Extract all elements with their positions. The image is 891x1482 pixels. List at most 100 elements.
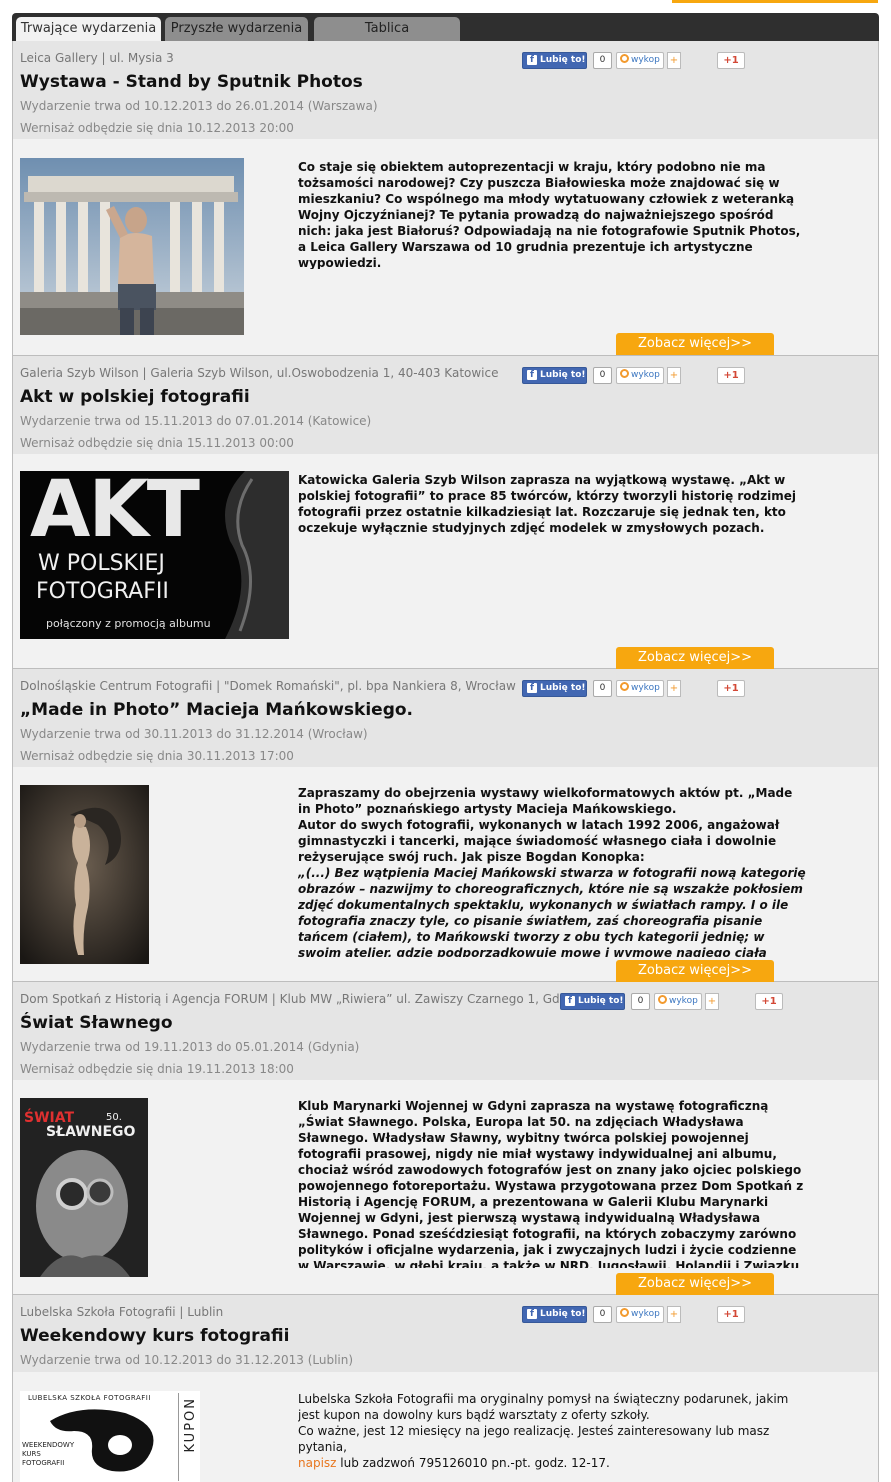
wykop-icon: [620, 54, 629, 63]
event-item: Leica Gallery | ul. Mysia 3 f Lubię to! 0…: [13, 41, 878, 356]
see-more-button[interactable]: Zobacz więcej>>: [616, 1273, 774, 1295]
event-vernissage: Wernisaż odbędzie się dnia 30.11.2013 17…: [20, 749, 294, 763]
wykop-button[interactable]: wykop: [616, 680, 664, 697]
event-title[interactable]: Świat Sławnego: [20, 1013, 173, 1033]
event-vernissage: Wernisaż odbędzie się dnia 19.11.2013 18…: [20, 1062, 294, 1076]
top-strip: [0, 0, 891, 13]
like-count: 0: [593, 1306, 612, 1323]
tab-upcoming-events[interactable]: Przyszłe wydarzenia: [165, 17, 308, 41]
description-paragraph: Zapraszamy do obejrzenia wystawy wielkof…: [298, 786, 793, 816]
event-date: Wydarzenie trwa od 30.11.2013 do 31.12.2…: [20, 727, 368, 741]
events-panel: Leica Gallery | ul. Mysia 3 f Lubię to! 0…: [12, 41, 879, 1482]
like-count: 0: [593, 52, 612, 69]
top-accent: [672, 0, 878, 3]
facebook-like-button[interactable]: f Lubię to!: [522, 367, 587, 384]
event-date: Wydarzenie trwa od 10.12.2013 do 31.12.2…: [20, 1353, 354, 1367]
event-date: Wydarzenie trwa od 10.12.2013 do 26.01.2…: [20, 99, 378, 113]
facebook-icon: f: [527, 370, 537, 380]
event-vernissage: Wernisaż odbędzie się dnia 10.12.2013 20…: [20, 121, 294, 135]
poster-line: FOTOGRAFII: [22, 1459, 65, 1467]
event-place: Lubelska Szkoła Fotografii | Lublin: [20, 1305, 224, 1319]
event-header: Dom Spotkań z Historią i Agencja FORUM |…: [13, 982, 878, 1080]
wykop-plus-button[interactable]: +: [667, 1306, 681, 1323]
event-photo[interactable]: ŚWIAT SŁAWNEGO 50.: [20, 1098, 148, 1277]
event-place: Dom Spotkań z Historią i Agencja FORUM |…: [20, 992, 586, 1006]
wykop-plus-button[interactable]: +: [667, 367, 681, 384]
poster-title: AKT: [30, 471, 200, 555]
wykop-button[interactable]: wykop: [616, 367, 664, 384]
poster-line: WEEKENDOWY: [22, 1441, 75, 1449]
event-description: Lubelska Szkoła Fotografii ma oryginalny…: [298, 1391, 808, 1471]
poster-caption: 50.: [106, 1112, 122, 1123]
event-place: Dolnośląskie Centrum Fotografii | "Domek…: [20, 679, 516, 693]
tab-current-events[interactable]: Trwające wydarzenia: [16, 17, 161, 41]
event-item: Galeria Szyb Wilson | Galeria Szyb Wilso…: [13, 356, 878, 669]
wykop-button[interactable]: wykop: [616, 1306, 664, 1323]
description-paragraph: Autor do swych fotografii, wykonanych w …: [298, 818, 780, 864]
google-plus-button[interactable]: +1: [717, 367, 745, 384]
event-header: Galeria Szyb Wilson | Galeria Szyb Wilso…: [13, 356, 878, 454]
like-count: 0: [593, 367, 612, 384]
event-item: Dolnośląskie Centrum Fotografii | "Domek…: [13, 669, 878, 982]
see-more-button[interactable]: Zobacz więcej>>: [616, 960, 774, 982]
poster-coupon: KUPON: [183, 1397, 198, 1453]
event-header: Leica Gallery | ul. Mysia 3 f Lubię to! 0…: [13, 41, 878, 139]
like-count: 0: [631, 993, 650, 1010]
wykop-icon: [658, 995, 667, 1004]
event-header: Lubelska Szkoła Fotografii | Lublin f Lub…: [13, 1295, 878, 1372]
event-description: Katowicka Galeria Szyb Wilson zaprasza n…: [298, 473, 796, 535]
event-title[interactable]: „Made in Photo” Macieja Mańkowskiego.: [20, 700, 413, 720]
event-title[interactable]: Weekendowy kurs fotografii: [20, 1326, 289, 1346]
event-title[interactable]: Wystawa - Stand by Sputnik Photos: [20, 72, 363, 92]
poster-line: W POLSKIEJ: [38, 551, 165, 576]
event-description: Zapraszamy do obejrzenia wystawy wielkof…: [298, 785, 808, 957]
tab-board[interactable]: Tablica: [314, 17, 460, 41]
google-plus-button[interactable]: +1: [717, 52, 745, 69]
event-description: Co staje się obiektem autoprezentacji w …: [298, 160, 801, 269]
event-description: Klub Marynarki Wojennej w Gdyni zaprasza…: [298, 1099, 804, 1268]
event-header: Dolnośląskie Centrum Fotografii | "Domek…: [13, 669, 878, 767]
event-vernissage: Wernisaż odbędzie się dnia 15.11.2013 00…: [20, 436, 294, 450]
event-photo[interactable]: [20, 785, 149, 964]
write-link[interactable]: napisz: [298, 1456, 336, 1470]
wykop-plus-button[interactable]: +: [667, 680, 681, 697]
wykop-icon: [620, 369, 629, 378]
google-plus-button[interactable]: +1: [717, 1306, 745, 1323]
description-paragraph: Lubelska Szkoła Fotografii ma oryginalny…: [298, 1392, 789, 1422]
wykop-button[interactable]: wykop: [654, 993, 702, 1010]
description-quote: „(...) Bez wątpienia Maciej Mańkowski st…: [298, 866, 806, 957]
google-plus-button[interactable]: +1: [717, 680, 745, 697]
facebook-icon: f: [527, 683, 537, 693]
event-item: Dom Spotkań z Historią i Agencja FORUM |…: [13, 982, 878, 1295]
poster-subtitle: SŁAWNEGO: [46, 1124, 136, 1140]
event-photo[interactable]: [20, 158, 244, 335]
facebook-like-button[interactable]: f Lubię to!: [560, 993, 625, 1010]
wykop-icon: [620, 1308, 629, 1317]
event-date: Wydarzenie trwa od 15.11.2013 do 07.01.2…: [20, 414, 372, 428]
description-paragraph: Co ważne, jest 12 miesięcy na jego reali…: [298, 1424, 770, 1470]
poster-caption: połączony z promocją albumu: [46, 617, 211, 630]
like-count: 0: [593, 680, 612, 697]
facebook-icon: f: [565, 996, 575, 1006]
event-place: Galeria Szyb Wilson | Galeria Szyb Wilso…: [20, 366, 499, 380]
facebook-like-button[interactable]: f Lubię to!: [522, 1306, 587, 1323]
poster-line: KURS: [22, 1450, 41, 1458]
event-title[interactable]: Akt w polskiej fotografii: [20, 387, 250, 407]
wykop-plus-button[interactable]: +: [667, 52, 681, 69]
event-photo[interactable]: AKT W POLSKIEJ FOTOGRAFII połączony z pr…: [20, 471, 289, 639]
event-date: Wydarzenie trwa od 19.11.2013 do 05.01.2…: [20, 1040, 360, 1054]
poster-line: FOTOGRAFII: [36, 579, 169, 604]
google-plus-button[interactable]: +1: [755, 993, 783, 1010]
facebook-icon: f: [527, 55, 537, 65]
wykop-icon: [620, 682, 629, 691]
wykop-button[interactable]: wykop: [616, 52, 664, 69]
facebook-like-button[interactable]: f Lubię to!: [522, 680, 587, 697]
event-item: Lubelska Szkoła Fotografii | Lublin f Lub…: [13, 1295, 878, 1482]
facebook-icon: f: [527, 1309, 537, 1319]
event-photo[interactable]: LUBELSKA SZKOŁA FOTOGRAFII WEEKENDOWY KU…: [20, 1391, 200, 1482]
event-place: Leica Gallery | ul. Mysia 3: [20, 51, 174, 65]
wykop-plus-button[interactable]: +: [705, 993, 719, 1010]
facebook-like-button[interactable]: f Lubię to!: [522, 52, 587, 69]
see-more-button[interactable]: Zobacz więcej>>: [616, 647, 774, 669]
see-more-button[interactable]: Zobacz więcej>>: [616, 333, 774, 355]
